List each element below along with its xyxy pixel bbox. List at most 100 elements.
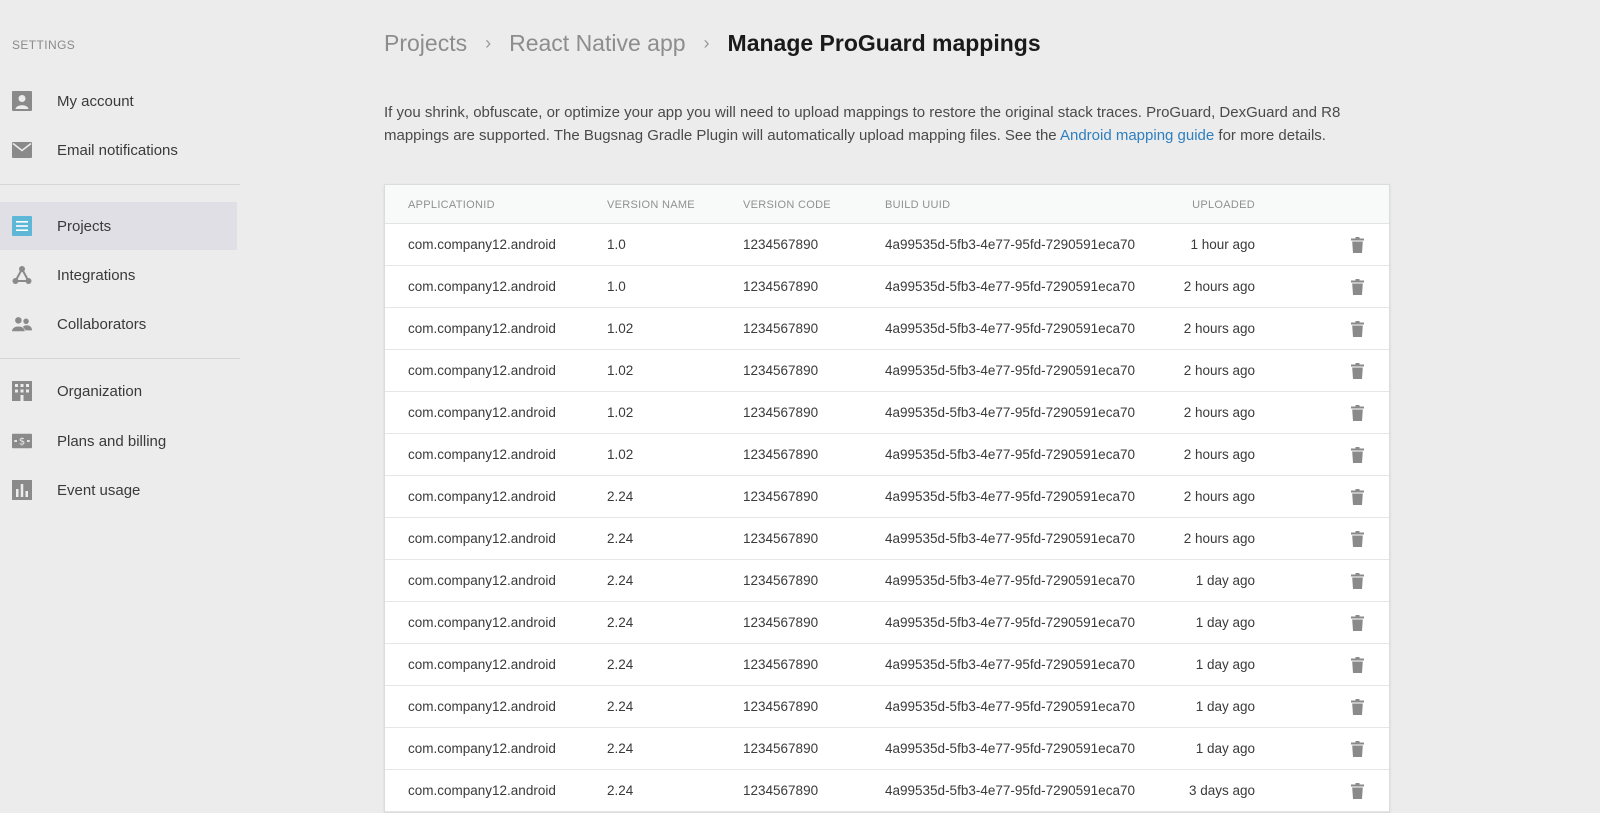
- cell-build-uuid: 4a99535d-5fb3-4e77-95fd-7290591eca70: [885, 531, 1135, 546]
- cell-application-id: com.company12.android: [408, 447, 556, 462]
- cell-version-name: 2.24: [607, 531, 634, 546]
- cell-uploaded: 3 days ago: [1188, 783, 1255, 798]
- cell-application-id: com.company12.android: [408, 237, 556, 252]
- cell-uploaded: 1 day ago: [1195, 699, 1255, 714]
- cell-version-code: 1234567890: [743, 447, 819, 462]
- sidebar-item-label: Email notifications: [57, 141, 178, 159]
- cell-uploaded: 2 hours ago: [1183, 531, 1255, 546]
- cell-application-id: com.company12.android: [408, 363, 556, 378]
- bar-chart-icon: [12, 480, 32, 500]
- cell-version-name: 1.0: [607, 237, 626, 252]
- sidebar-item-organization[interactable]: Organization: [0, 367, 237, 415]
- trash-icon[interactable]: [1347, 739, 1367, 759]
- envelope-icon: [12, 140, 32, 160]
- cell-application-id: com.company12.android: [408, 699, 556, 714]
- cell-version-code: 1234567890: [743, 615, 819, 630]
- sidebar-item-my-account[interactable]: My account: [0, 77, 237, 125]
- cell-uploaded: 2 hours ago: [1183, 489, 1255, 504]
- cell-version-name: 2.24: [607, 783, 634, 798]
- cell-build-uuid: 4a99535d-5fb3-4e77-95fd-7290591eca70: [885, 657, 1135, 672]
- trash-icon[interactable]: [1347, 613, 1367, 633]
- cell-build-uuid: 4a99535d-5fb3-4e77-95fd-7290591eca70: [885, 447, 1135, 462]
- trash-icon[interactable]: [1347, 277, 1367, 297]
- people-icon: [12, 314, 32, 334]
- cell-version-name: 2.24: [607, 489, 634, 504]
- table-row: com.company12.android 1.02 1234567890 4a995…: [385, 392, 1389, 434]
- sidebar-item-email-notifications[interactable]: Email notifications: [0, 126, 237, 174]
- svg-text:$: $: [19, 437, 25, 448]
- breadcrumb: Projects › React Native app › Manage Pro…: [384, 30, 1041, 57]
- cell-application-id: com.company12.android: [408, 405, 556, 420]
- sidebar-heading: SETTINGS: [12, 38, 76, 52]
- sidebar-item-collaborators[interactable]: Collaborators: [0, 300, 237, 348]
- table-row: com.company12.android 1.02 1234567890 4a995…: [385, 308, 1389, 350]
- sidebar-item-event-usage[interactable]: Event usage: [0, 466, 237, 514]
- trash-icon[interactable]: [1347, 697, 1367, 717]
- cell-version-code: 1234567890: [743, 489, 819, 504]
- trash-icon[interactable]: [1347, 361, 1367, 381]
- chevron-right-icon: ›: [485, 33, 492, 53]
- cell-uploaded: 1 day ago: [1195, 573, 1255, 588]
- cell-version-code: 1234567890: [743, 657, 819, 672]
- breadcrumb-projects-link[interactable]: Projects: [384, 30, 467, 57]
- table-row: com.company12.android 1.02 1234567890 4a995…: [385, 350, 1389, 392]
- cell-version-code: 1234567890: [743, 741, 819, 756]
- cell-version-code: 1234567890: [743, 531, 819, 546]
- sidebar-item-projects[interactable]: Projects: [0, 202, 237, 250]
- sidebar-item-label: Organization: [57, 382, 143, 400]
- cell-build-uuid: 4a99535d-5fb3-4e77-95fd-7290591eca70: [885, 783, 1135, 798]
- cell-uploaded: 2 hours ago: [1183, 363, 1255, 378]
- trash-icon[interactable]: [1347, 487, 1367, 507]
- cell-build-uuid: 4a99535d-5fb3-4e77-95fd-7290591eca70: [885, 615, 1135, 630]
- cell-version-name: 1.02: [607, 363, 634, 378]
- cell-uploaded: 1 day ago: [1195, 615, 1255, 630]
- cell-application-id: com.company12.android: [408, 783, 556, 798]
- list-icon: [12, 216, 32, 236]
- trash-icon[interactable]: [1347, 319, 1367, 339]
- cell-uploaded: 2 hours ago: [1183, 405, 1255, 420]
- column-header-build-uuid: BUILD UUID: [885, 199, 951, 211]
- cell-application-id: com.company12.android: [408, 741, 556, 756]
- column-header-version-name: VERSION NAME: [607, 199, 695, 211]
- trash-icon[interactable]: [1347, 445, 1367, 465]
- cell-version-code: 1234567890: [743, 363, 819, 378]
- cell-version-name: 2.24: [607, 741, 634, 756]
- trash-icon[interactable]: [1347, 655, 1367, 675]
- table-header: APPLICATIONID VERSION NAME VERSION CODE …: [385, 185, 1389, 224]
- table-row: com.company12.android 2.24 1234567890 4a995…: [385, 602, 1389, 644]
- trash-icon[interactable]: [1347, 781, 1367, 801]
- trash-icon[interactable]: [1347, 571, 1367, 591]
- table-row: com.company12.android 2.24 1234567890 4a995…: [385, 518, 1389, 560]
- cell-application-id: com.company12.android: [408, 279, 556, 294]
- cell-version-name: 2.24: [607, 699, 634, 714]
- android-mapping-guide-link[interactable]: Android mapping guide: [1060, 127, 1214, 144]
- sidebar-item-integrations[interactable]: Integrations: [0, 251, 237, 299]
- column-header-version-code: VERSION CODE: [743, 199, 831, 211]
- table-body: com.company12.android 1.0 1234567890 4a9953…: [385, 224, 1389, 812]
- network-icon: [12, 265, 32, 285]
- cell-version-name: 1.0: [607, 279, 626, 294]
- cell-version-name: 2.24: [607, 657, 634, 672]
- cell-application-id: com.company12.android: [408, 489, 556, 504]
- trash-icon[interactable]: [1347, 403, 1367, 423]
- cell-application-id: com.company12.android: [408, 531, 556, 546]
- table-row: com.company12.android 2.24 1234567890 4a995…: [385, 728, 1389, 770]
- sidebar-item-label: My account: [57, 92, 134, 110]
- mappings-table: APPLICATIONID VERSION NAME VERSION CODE …: [384, 184, 1390, 813]
- column-header-uploaded: UPLOADED: [1192, 199, 1255, 211]
- cell-uploaded: 1 day ago: [1195, 741, 1255, 756]
- trash-icon[interactable]: [1347, 529, 1367, 549]
- trash-icon[interactable]: [1347, 235, 1367, 255]
- page-description: If you shrink, obfuscate, or optimize yo…: [384, 101, 1394, 147]
- table-row: com.company12.android 2.24 1234567890 4a995…: [385, 644, 1389, 686]
- sidebar-item-plans-and-billing[interactable]: $ Plans and billing: [0, 417, 237, 465]
- sidebar-item-label: Plans and billing: [57, 432, 167, 450]
- cell-version-code: 1234567890: [743, 699, 819, 714]
- breadcrumb-project-link[interactable]: React Native app: [509, 30, 685, 57]
- cell-uploaded: 2 hours ago: [1183, 279, 1255, 294]
- table-row: com.company12.android 2.24 1234567890 4a995…: [385, 476, 1389, 518]
- cell-build-uuid: 4a99535d-5fb3-4e77-95fd-7290591eca70: [885, 405, 1135, 420]
- sidebar-divider: [0, 358, 240, 359]
- sidebar-divider: [0, 184, 240, 185]
- cell-uploaded: 1 day ago: [1195, 657, 1255, 672]
